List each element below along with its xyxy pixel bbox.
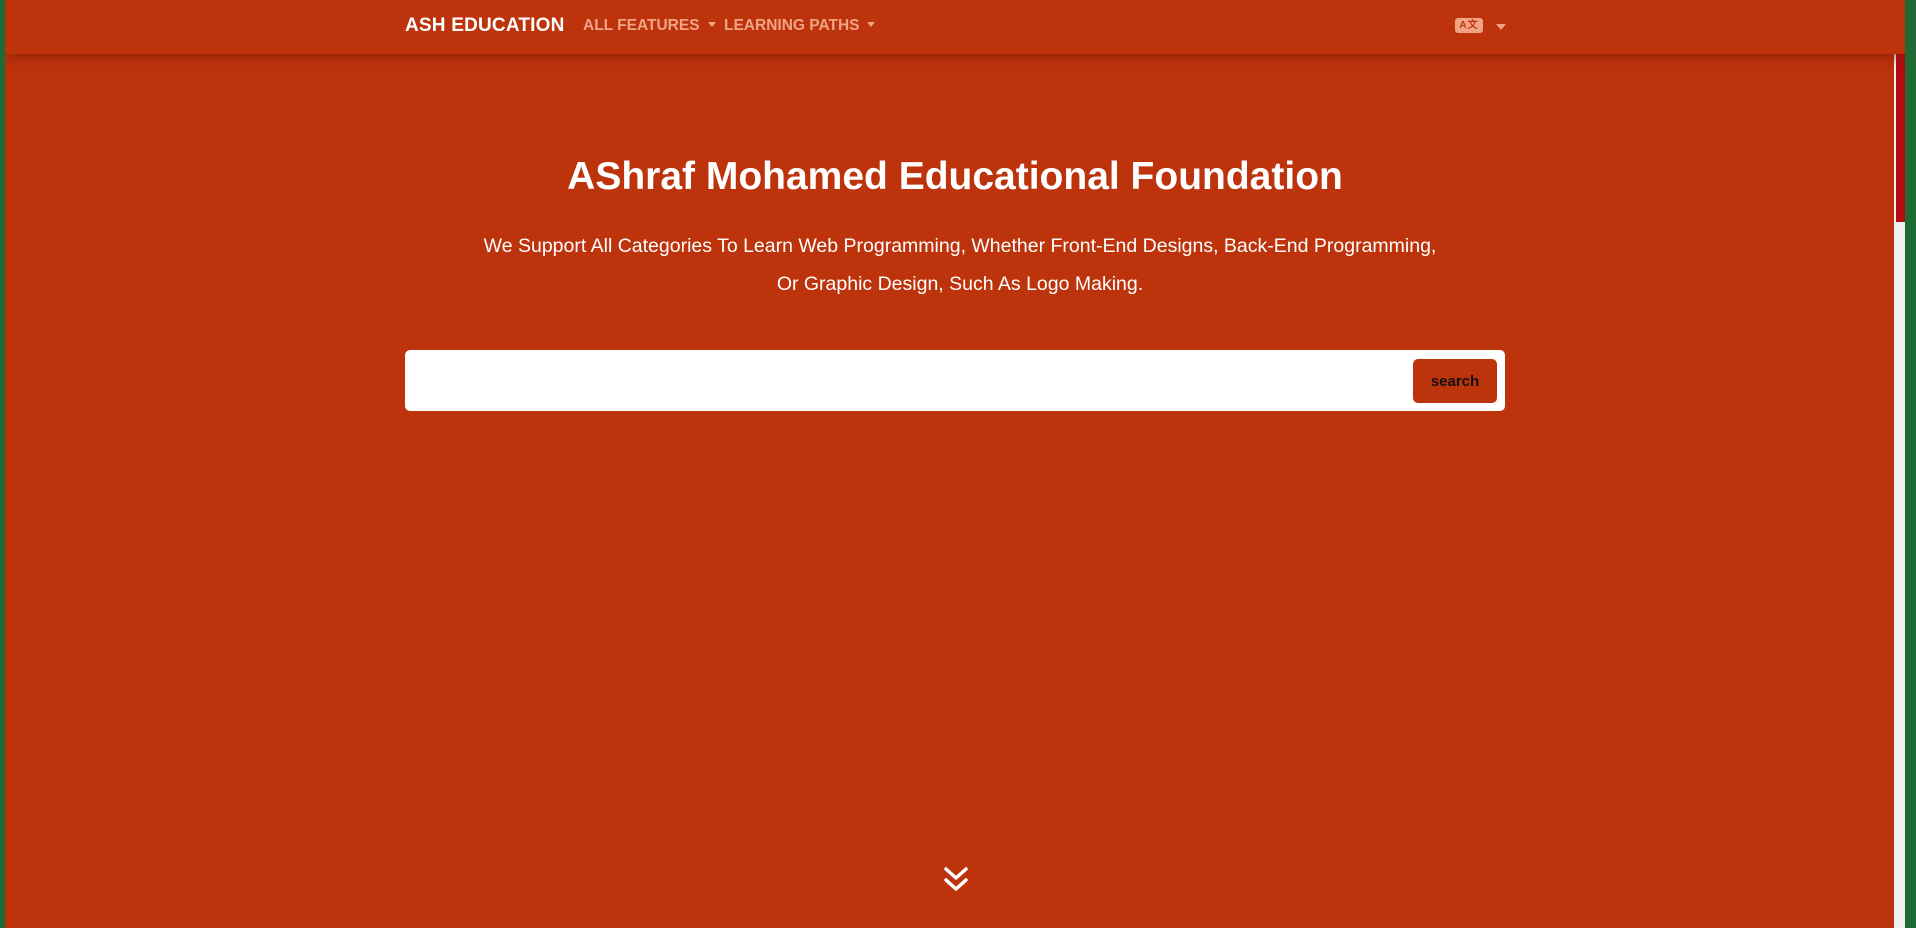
nav-all-features-label: ALL FEATURES bbox=[583, 17, 700, 34]
translate-icon: A文 bbox=[1455, 18, 1483, 33]
caret-down-icon bbox=[1496, 24, 1506, 30]
nav-dropdown-learning-paths[interactable]: LEARNING PATHS bbox=[724, 17, 876, 35]
hero-subtitle: We Support All Categories To Learn Web P… bbox=[455, 227, 1465, 303]
search-bar: search bbox=[405, 350, 1505, 411]
hero-title: AShraf Mohamed Educational Foundation bbox=[567, 155, 1343, 198]
nav-dropdown-all-features[interactable]: ALL FEATURES bbox=[583, 17, 716, 35]
double-chevron-down-icon[interactable] bbox=[942, 865, 970, 895]
vertical-scrollbar[interactable] bbox=[1894, 0, 1905, 928]
nav-learning-paths-label: LEARNING PATHS bbox=[724, 17, 860, 34]
search-input[interactable] bbox=[419, 360, 1403, 402]
search-button[interactable]: search bbox=[1413, 359, 1497, 403]
top-navbar: ASH EDUCATION ALL FEATURES LEARNING PATH… bbox=[5, 0, 1905, 54]
page-viewport: ASH EDUCATION ALL FEATURES LEARNING PATH… bbox=[5, 0, 1905, 928]
brand-logo-link[interactable]: ASH EDUCATION bbox=[405, 15, 565, 37]
hero-subtitle-line-1: We Support All Categories To Learn Web P… bbox=[483, 235, 1437, 257]
caret-down-icon bbox=[867, 22, 876, 27]
language-dropdown[interactable]: A文 bbox=[1455, 16, 1515, 36]
caret-down-icon bbox=[707, 22, 716, 27]
hero-subtitle-line-2: Or Graphic Design, Such As Logo Making. bbox=[776, 273, 1144, 295]
